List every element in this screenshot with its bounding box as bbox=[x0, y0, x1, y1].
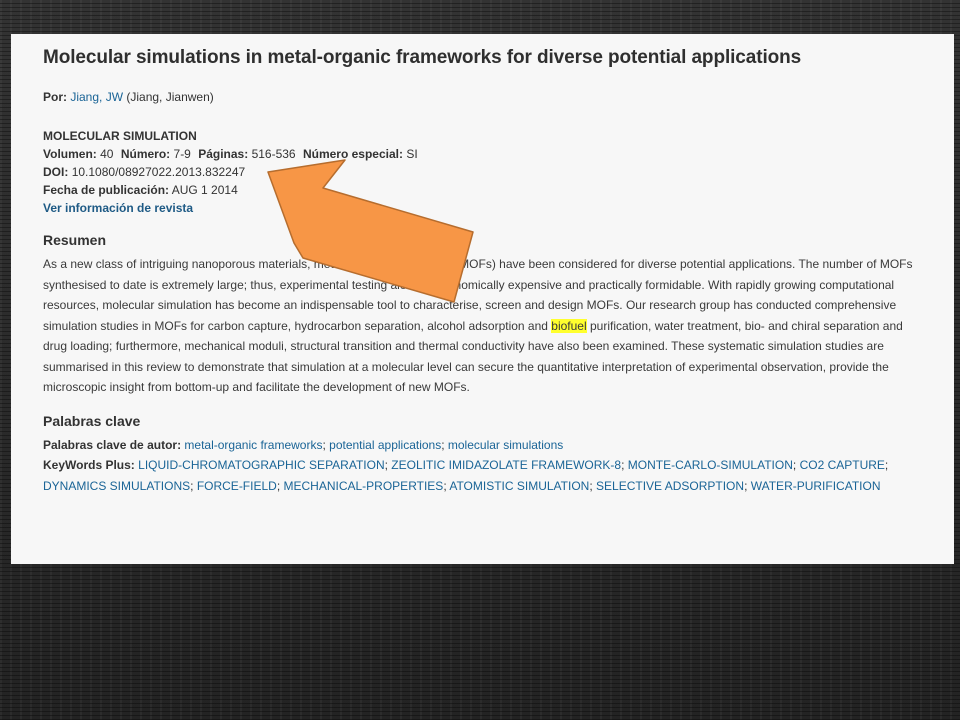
pages-value: 516-536 bbox=[251, 147, 296, 161]
keyword-plus-link[interactable]: ATOMISTIC SIMULATION bbox=[449, 479, 589, 493]
abstract-text: As a new class of intriguing nanoporous … bbox=[43, 254, 923, 398]
keyword-plus-link[interactable]: MECHANICAL-PROPERTIES bbox=[284, 479, 444, 493]
special-issue-label: Número especial: bbox=[302, 147, 403, 161]
doi-line: DOI: 10.1080/08927022.2013.832247 bbox=[43, 163, 924, 181]
keyword-separator: ; bbox=[276, 478, 284, 493]
author-keywords-list: metal-organic frameworks; potential appl… bbox=[184, 438, 563, 452]
keyword-separator: ; bbox=[621, 458, 628, 472]
author-label: Por: bbox=[43, 90, 67, 104]
issue-value: 7-9 bbox=[173, 147, 191, 161]
special-issue-value: SI bbox=[406, 147, 418, 161]
keyword-separator: ; bbox=[589, 478, 597, 493]
journal-name: MOLECULAR SIMULATION bbox=[43, 129, 197, 143]
pages-label: Páginas: bbox=[198, 147, 249, 161]
author-line: Por: Jiang, JW (Jiang, Jianwen) bbox=[43, 88, 924, 106]
issue-label: Número: bbox=[120, 147, 171, 161]
keyword-plus-link[interactable]: WATER-PURIFICATION bbox=[751, 479, 881, 493]
author-full-name: (Jiang, Jianwen) bbox=[126, 90, 214, 104]
keywords-plus-label: KeyWords Plus: bbox=[43, 458, 135, 472]
author-keyword-link[interactable]: metal-organic frameworks bbox=[184, 438, 322, 452]
abstract-heading: Resumen bbox=[43, 232, 107, 248]
journal-info-line: Ver información de revista bbox=[43, 199, 924, 217]
doi-value: 10.1080/08927022.2013.832247 bbox=[71, 165, 246, 179]
keyword-plus-link[interactable]: SELECTIVE ADSORPTION bbox=[596, 479, 744, 493]
author-keywords-label: Palabras clave de autor: bbox=[43, 437, 182, 452]
keyword-separator: ; bbox=[884, 458, 889, 472]
keyword-plus-link[interactable]: LIQUID-CHROMATOGRAPHIC SEPARATION bbox=[138, 458, 384, 472]
keyword-separator: ; bbox=[792, 458, 800, 472]
publication-date-value: AUG 1 2014 bbox=[171, 183, 238, 197]
keyword-plus-link[interactable]: DYNAMICS SIMULATIONS bbox=[43, 479, 190, 493]
page-title: Molecular simulations in metal-organic f… bbox=[43, 47, 802, 68]
volume-label: Volumen: bbox=[43, 147, 97, 161]
volume-line: Volumen: 40 Número: 7-9 Páginas: 516-536… bbox=[43, 145, 924, 163]
publication-date-line: Fecha de publicación: AUG 1 2014 bbox=[43, 181, 924, 199]
volume-value: 40 bbox=[100, 147, 114, 161]
author-link[interactable]: Jiang, JW bbox=[70, 90, 123, 104]
keyword-separator: ; bbox=[190, 478, 197, 493]
keyword-separator: ; bbox=[441, 437, 448, 452]
doi-label: DOI: bbox=[43, 165, 69, 179]
keyword-plus-link[interactable]: ZEOLITIC IMIDAZOLATE FRAMEWORK-8 bbox=[391, 458, 621, 472]
keyword-plus-link[interactable]: MONTE-CARLO-SIMULATION bbox=[628, 458, 793, 472]
author-keyword-link[interactable]: potential applications bbox=[329, 438, 441, 452]
journal-info-link[interactable]: Ver información de revista bbox=[43, 201, 193, 215]
full-record-panel: Molecular simulations in metal-organic f… bbox=[11, 34, 954, 564]
author-keyword-link[interactable]: molecular simulations bbox=[448, 438, 563, 452]
keywords-plus-list: LIQUID-CHROMATOGRAPHIC SEPARATION; ZEOLI… bbox=[43, 458, 888, 493]
slide-background: Molecular simulations in metal-organic f… bbox=[0, 0, 960, 720]
keywords-heading: Palabras clave bbox=[43, 412, 141, 429]
keywords-plus-line: KeyWords Plus: LIQUID-CHROMATOGRAPHIC SE… bbox=[43, 455, 913, 496]
keyword-separator: ; bbox=[744, 478, 751, 493]
author-keywords-line: Palabras clave de autor: metal-organic f… bbox=[43, 435, 913, 456]
highlighted-term: biofuel bbox=[551, 318, 587, 333]
publication-date-label: Fecha de publicación: bbox=[43, 183, 170, 197]
keyword-plus-link[interactable]: FORCE-FIELD bbox=[197, 479, 277, 493]
keyword-plus-link[interactable]: CO2 CAPTURE bbox=[800, 458, 885, 472]
